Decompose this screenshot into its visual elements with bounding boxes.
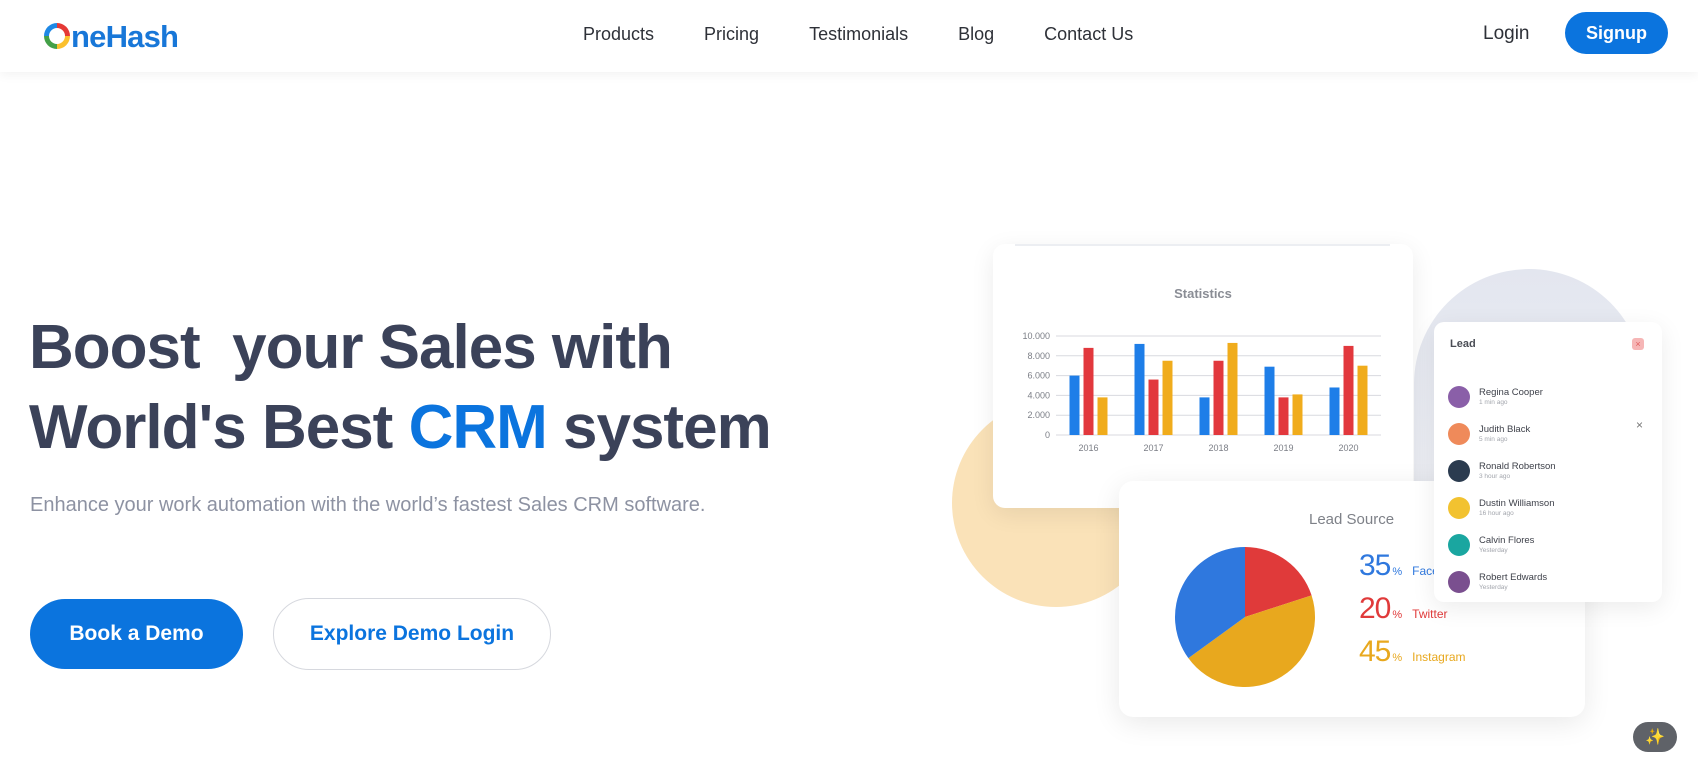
statistics-card: Statistics 10.000 8.000 6.000 4.000 2.000 0 20… bbox=[993, 244, 1413, 508]
bar bbox=[1083, 347, 1094, 435]
bar bbox=[1213, 360, 1224, 435]
bar bbox=[1292, 394, 1303, 435]
lead-list: Regina Cooper 1 min ago Judith Black 5 min… bbox=[1448, 378, 1556, 600]
magic-wand-icon[interactable]: ✨ bbox=[1633, 722, 1677, 752]
x-tick-label: 2018 bbox=[1208, 443, 1228, 453]
y-tick-label: 10.000 bbox=[1022, 331, 1050, 341]
close-icon[interactable]: × bbox=[1636, 418, 1643, 432]
site-header: neHash Products Pricing Testimonials Blo… bbox=[0, 0, 1698, 72]
list-item: Dustin Williamson 16 hour ago bbox=[1448, 489, 1556, 526]
hero-title-line-1: Boost your Sales with bbox=[29, 313, 673, 382]
source-row-twitter: 20% Twitter bbox=[1359, 592, 1448, 625]
y-tick-label: 4.000 bbox=[1027, 390, 1050, 400]
bar bbox=[1097, 397, 1108, 435]
bar bbox=[1227, 342, 1238, 435]
avatar bbox=[1448, 496, 1470, 519]
bar bbox=[1199, 397, 1210, 435]
crm-highlight: CRM bbox=[408, 393, 548, 462]
x-tick-label: 2016 bbox=[1078, 443, 1098, 453]
x-tick-label: 2020 bbox=[1338, 443, 1358, 453]
statistics-bar-chart: 10.000 8.000 6.000 4.000 2.000 0 2016 2017 2018 2… bbox=[1022, 331, 1381, 453]
main-nav: Products Pricing Testimonials Blog Conta… bbox=[583, 22, 1133, 46]
list-item: Judith Black 5 min ago bbox=[1448, 415, 1556, 452]
lead-badge-icon: × bbox=[1632, 338, 1644, 350]
explore-demo-login-button[interactable]: Explore Demo Login bbox=[273, 598, 551, 670]
avatar bbox=[1448, 570, 1470, 593]
x-tick-label: 2019 bbox=[1273, 443, 1293, 453]
avatar bbox=[1448, 385, 1470, 408]
bar bbox=[1162, 360, 1173, 435]
bar bbox=[1264, 366, 1275, 435]
y-tick-label: 8.000 bbox=[1027, 351, 1050, 361]
logo-ring-icon bbox=[44, 23, 70, 49]
book-demo-button[interactable]: Book a Demo bbox=[30, 599, 243, 669]
x-tick-label: 2017 bbox=[1143, 443, 1163, 453]
source-row-facebook: 35% Face bbox=[1359, 549, 1439, 582]
lead-source-pie-chart bbox=[1175, 547, 1315, 688]
avatar bbox=[1448, 422, 1470, 445]
nav-products[interactable]: Products bbox=[583, 22, 654, 46]
list-item: Ronald Robertson 3 hour ago bbox=[1448, 452, 1556, 489]
signup-button[interactable]: Signup bbox=[1565, 12, 1668, 54]
lead-source-title: Lead Source bbox=[1309, 511, 1395, 528]
hero-title-line-2: World's Best CRM system bbox=[29, 393, 772, 462]
y-tick-label: 0 bbox=[1045, 430, 1050, 440]
y-tick-label: 2.000 bbox=[1027, 410, 1050, 420]
avatar bbox=[1448, 459, 1470, 482]
login-link[interactable]: Login bbox=[1483, 22, 1530, 46]
list-item: Robert Edwards Yesterday bbox=[1448, 563, 1556, 600]
lead-card: Lead × Regina Cooper 1 min ago Judith Bla… bbox=[1434, 322, 1662, 602]
hero-title: Boost your Sales with World's Best CRM s… bbox=[29, 308, 772, 468]
bar bbox=[1134, 343, 1145, 435]
nav-testimonials[interactable]: Testimonials bbox=[809, 22, 908, 46]
bar bbox=[1278, 397, 1289, 435]
list-item: Calvin Flores Yesterday bbox=[1448, 526, 1556, 563]
list-item: Regina Cooper 1 min ago bbox=[1448, 378, 1556, 415]
nav-contact-us[interactable]: Contact Us bbox=[1044, 22, 1133, 46]
hero-subtitle: Enhance your work automation with the wo… bbox=[30, 494, 706, 516]
nav-blog[interactable]: Blog bbox=[958, 22, 994, 46]
lead-title: Lead bbox=[1450, 338, 1476, 350]
bar bbox=[1329, 387, 1340, 435]
onehash-logo[interactable]: neHash bbox=[44, 17, 179, 57]
y-tick-label: 6.000 bbox=[1027, 371, 1050, 381]
source-row-instagram: 45% Instagram bbox=[1359, 635, 1466, 668]
avatar bbox=[1448, 533, 1470, 556]
bar bbox=[1148, 379, 1159, 435]
bar bbox=[1357, 365, 1368, 435]
nav-pricing[interactable]: Pricing bbox=[704, 22, 759, 46]
bar bbox=[1069, 375, 1080, 435]
bar bbox=[1343, 345, 1354, 435]
